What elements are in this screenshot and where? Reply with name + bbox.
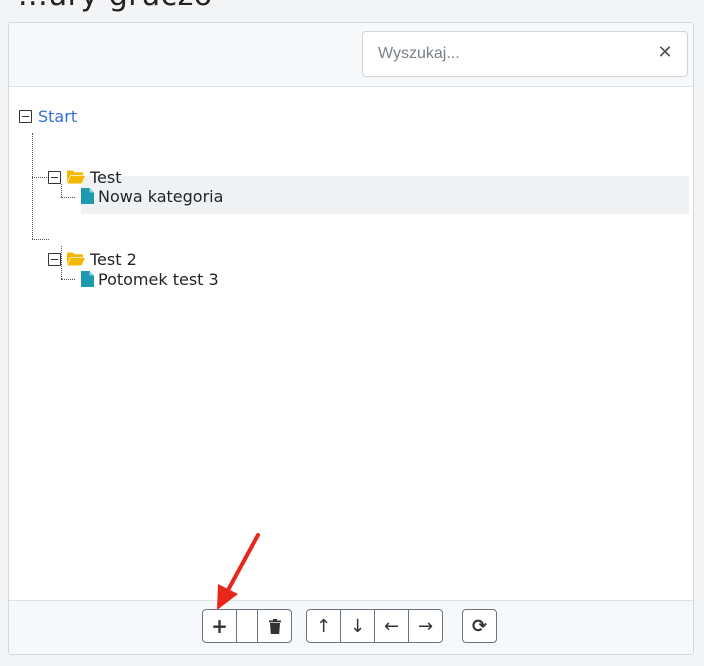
arrow-up-icon: ↑ <box>315 615 332 637</box>
indent-button[interactable]: → <box>408 609 443 643</box>
tree-node-root: Start <box>19 98 77 134</box>
tree-connector <box>61 279 75 280</box>
category-tree: Start Test Nowa kategoria Test 2 Potomek… <box>9 86 693 601</box>
move-down-button[interactable]: ↓ <box>340 609 375 643</box>
arrow-down-icon: ↓ <box>349 615 366 637</box>
plus-icon: + <box>211 614 228 638</box>
document-icon <box>81 188 94 204</box>
tree-connector <box>32 133 33 239</box>
document-icon <box>81 271 94 287</box>
search-input[interactable] <box>364 33 644 75</box>
panel-header: ✕ <box>9 23 693 87</box>
red-arrow-annotation <box>217 533 260 610</box>
tree-connector <box>32 177 49 178</box>
tree-connector <box>32 239 49 240</box>
category-tree-panel: ✕ Start Test <box>8 22 694 655</box>
refresh-button[interactable]: ⟳ <box>462 609 497 643</box>
clipped-heading: ...ury gruczo <box>18 0 213 13</box>
tree-toolbar: + ↑ ↓ ← → ⟳ <box>9 600 693 654</box>
tree-node-potomek-test-3: Potomek test 3 <box>81 260 219 298</box>
move-button-group: ↑ ↓ ← → <box>306 609 443 643</box>
collapse-toggle-icon[interactable] <box>48 170 61 184</box>
tree-node-nowa-kategoria: Nowa kategoria <box>81 177 223 215</box>
arrow-right-icon: → <box>417 615 434 637</box>
tree-connector <box>61 197 75 198</box>
trash-icon <box>268 618 281 634</box>
collapse-toggle-icon[interactable] <box>19 109 32 123</box>
refresh-icon: ⟳ <box>471 615 488 637</box>
collapse-toggle-icon[interactable] <box>48 252 61 266</box>
move-up-button[interactable]: ↑ <box>306 609 341 643</box>
tree-node-label[interactable]: Nowa kategoria <box>98 187 223 206</box>
close-icon[interactable]: ✕ <box>655 43 675 63</box>
search-box: ✕ <box>362 31 688 77</box>
refresh-button-group: ⟳ <box>462 609 497 643</box>
tree-node-label[interactable]: Start <box>38 107 77 126</box>
tree-node-label[interactable]: Potomek test 3 <box>98 270 219 289</box>
outdent-button[interactable]: ← <box>374 609 409 643</box>
arrow-left-icon: ← <box>383 615 400 637</box>
